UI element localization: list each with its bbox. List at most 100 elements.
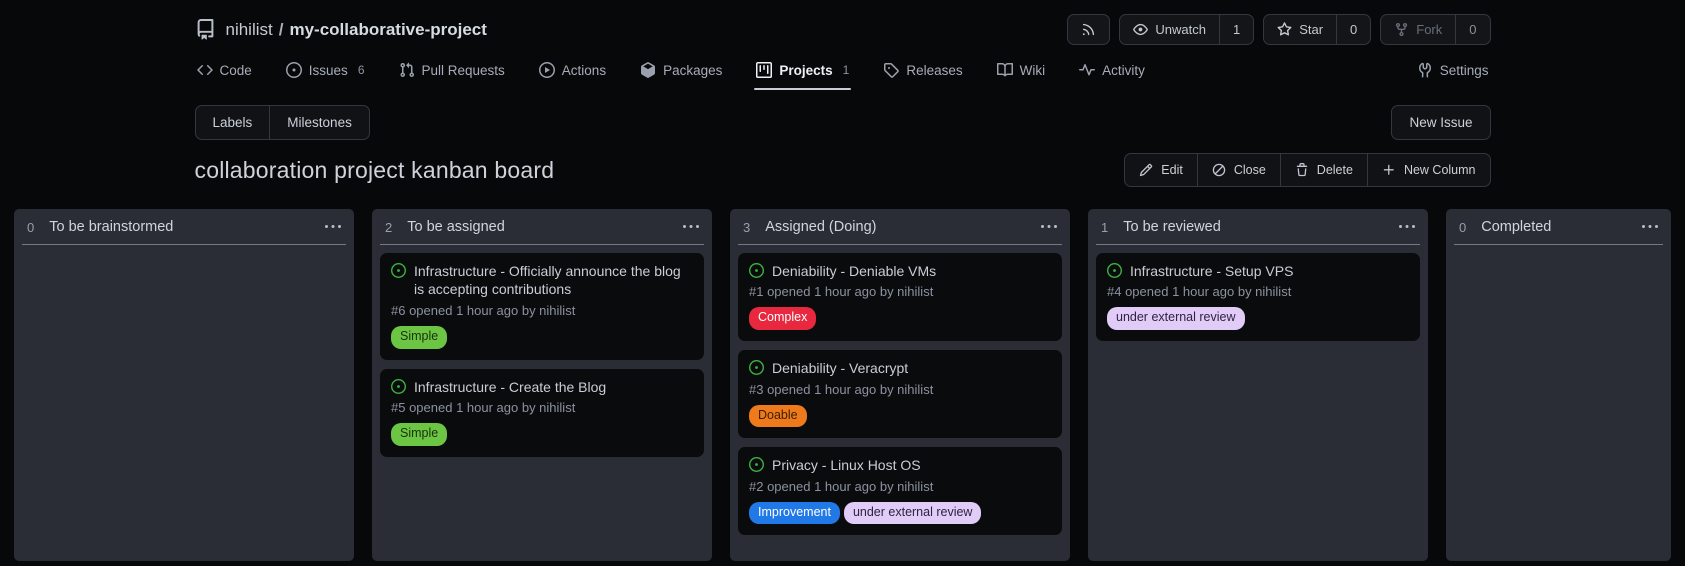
new-column-label: New Column: [1404, 163, 1476, 177]
issue-title[interactable]: Infrastructure - Officially announce the…: [414, 262, 693, 299]
column-title: To be reviewed: [1123, 219, 1221, 235]
issue-meta: #1 opened 1 hour ago by nihilist: [749, 284, 1051, 299]
close-label: Close: [1234, 163, 1266, 177]
star-button[interactable]: Star: [1264, 15, 1336, 44]
new-column-button[interactable]: New Column: [1367, 154, 1490, 186]
issue-label: under external review: [1107, 307, 1245, 330]
tab-code[interactable]: Code: [195, 53, 254, 89]
unwatch-label: Unwatch: [1155, 22, 1206, 37]
tab-packages[interactable]: Packages: [638, 53, 724, 89]
card-title-row: Infrastructure - Create the Blog: [391, 378, 693, 396]
labels-button[interactable]: Labels: [196, 106, 270, 139]
issues-toolbar: Labels Milestones New Issue: [195, 105, 1491, 140]
repo-name-link[interactable]: my-collaborative-project: [289, 20, 486, 40]
column-menu-button[interactable]: [1399, 219, 1415, 235]
repo-header: nihilist / my-collaborative-project Unwa…: [195, 0, 1491, 46]
tab-count: 6: [358, 63, 365, 77]
column-cards: [1446, 245, 1671, 261]
issue-card[interactable]: Privacy - Linux Host OS#2 opened 1 hour …: [738, 447, 1062, 535]
column-header: 0To be brainstormed: [14, 209, 354, 244]
column-issue-count: 0: [27, 220, 34, 235]
issue-opened-icon: [391, 379, 406, 396]
close-board-button[interactable]: Close: [1197, 154, 1280, 186]
column-title: Completed: [1481, 219, 1551, 235]
issue-opened-icon: [286, 62, 302, 78]
issue-labels: Doable: [749, 405, 1051, 428]
tab-label: Settings: [1440, 63, 1489, 78]
issue-labels: Simple: [391, 326, 693, 349]
edit-board-button[interactable]: Edit: [1125, 154, 1197, 186]
issue-card[interactable]: Deniability - Deniable VMs #1 opened 1 ho…: [738, 253, 1062, 341]
tab-label: Packages: [663, 63, 722, 78]
tab-label: Releases: [906, 63, 962, 78]
trash-icon: [1295, 163, 1309, 177]
rss-button[interactable]: [1067, 14, 1110, 45]
issue-title[interactable]: Infrastructure - Create the Blog: [414, 378, 606, 396]
issue-card[interactable]: Infrastructure - Create the Blog#5 opene…: [380, 369, 704, 457]
kebab-horizontal-icon: [683, 219, 699, 235]
star-label: Star: [1299, 22, 1323, 37]
column-cards: Deniability - Deniable VMs #1 opened 1 ho…: [730, 245, 1070, 543]
tab-settings[interactable]: Settings: [1415, 53, 1491, 89]
delete-board-button[interactable]: Delete: [1280, 154, 1367, 186]
tab-actions[interactable]: Actions: [537, 53, 608, 89]
rss-icon: [1081, 22, 1096, 37]
tab-label: Projects: [779, 63, 832, 78]
issue-title[interactable]: Deniability - Veracrypt: [772, 359, 908, 377]
column-issue-count: 2: [385, 220, 392, 235]
unwatch-button[interactable]: Unwatch: [1120, 15, 1219, 44]
card-title-row: Infrastructure - Setup VPS: [1107, 262, 1409, 280]
star-count[interactable]: 0: [1336, 15, 1370, 44]
repo-owner-link[interactable]: nihilist: [226, 20, 273, 40]
package-icon: [640, 62, 656, 78]
watch-count[interactable]: 1: [1219, 15, 1253, 44]
issue-title[interactable]: Deniability - Deniable VMs: [772, 262, 936, 280]
column-menu-button[interactable]: [1642, 219, 1658, 235]
new-issue-button[interactable]: New Issue: [1391, 105, 1490, 140]
tab-label: Activity: [1102, 63, 1145, 78]
repo-actions: Unwatch 1 Star 0 Fork 0: [1067, 14, 1490, 45]
project-icon: [756, 62, 772, 78]
tab-wiki[interactable]: Wiki: [995, 53, 1048, 89]
tab-projects[interactable]: Projects1: [754, 53, 851, 89]
card-title-row: Deniability - Veracrypt: [749, 359, 1051, 377]
fork-count[interactable]: 0: [1455, 15, 1489, 44]
column-cards: Infrastructure - Officially announce the…: [372, 245, 712, 465]
tab-activity[interactable]: Activity: [1077, 53, 1147, 89]
tab-label: Issues: [309, 63, 348, 78]
issue-card[interactable]: Deniability - Veracrypt #3 opened 1 hour …: [738, 350, 1062, 438]
tab-pull-requests[interactable]: Pull Requests: [397, 53, 507, 89]
kanban-column: 1To be reviewedInfrastructure - Setup VP…: [1088, 209, 1428, 561]
issue-meta: #4 opened 1 hour ago by nihilist: [1107, 284, 1409, 299]
edit-label: Edit: [1161, 163, 1183, 177]
issue-card[interactable]: Infrastructure - Officially announce the…: [380, 253, 704, 360]
milestones-button[interactable]: Milestones: [269, 106, 369, 139]
kanban-column: 0Completed: [1446, 209, 1671, 561]
issue-opened-icon: [749, 360, 764, 377]
tab-issues[interactable]: Issues 6: [284, 53, 367, 89]
issue-labels: Improvementunder external review: [749, 502, 1051, 525]
tab-releases[interactable]: Releases: [881, 53, 964, 89]
column-menu-button[interactable]: [325, 219, 341, 235]
play-icon: [539, 62, 555, 78]
issue-labels: Complex: [749, 307, 1051, 330]
issue-meta: #6 opened 1 hour ago by nihilist: [391, 303, 693, 318]
column-menu-button[interactable]: [683, 219, 699, 235]
issue-card[interactable]: Infrastructure - Setup VPS #4 opened 1 ho…: [1096, 253, 1420, 341]
board-title-row: collaboration project kanban board Edit …: [195, 153, 1491, 187]
tools-icon: [1417, 62, 1433, 78]
issue-labels: under external review: [1107, 307, 1409, 330]
fork-button[interactable]: Fork: [1381, 15, 1455, 44]
tab-label: Pull Requests: [422, 63, 505, 78]
issue-title[interactable]: Infrastructure - Setup VPS: [1130, 262, 1293, 280]
issue-opened-icon: [749, 457, 764, 474]
card-title-row: Infrastructure - Officially announce the…: [391, 262, 693, 299]
pulse-icon: [1079, 62, 1095, 78]
issue-meta: #3 opened 1 hour ago by nihilist: [749, 382, 1051, 397]
column-menu-button[interactable]: [1041, 219, 1057, 235]
repo-nav: Code Issues 6 Pull Requests Actions Packages P…: [195, 52, 1491, 90]
issue-title[interactable]: Privacy - Linux Host OS: [772, 456, 921, 474]
kanban-column: 3Assigned (Doing)Deniability - Deniable …: [730, 209, 1070, 561]
issue-opened-icon: [749, 263, 764, 280]
labels-milestones-group: Labels Milestones: [195, 105, 370, 140]
